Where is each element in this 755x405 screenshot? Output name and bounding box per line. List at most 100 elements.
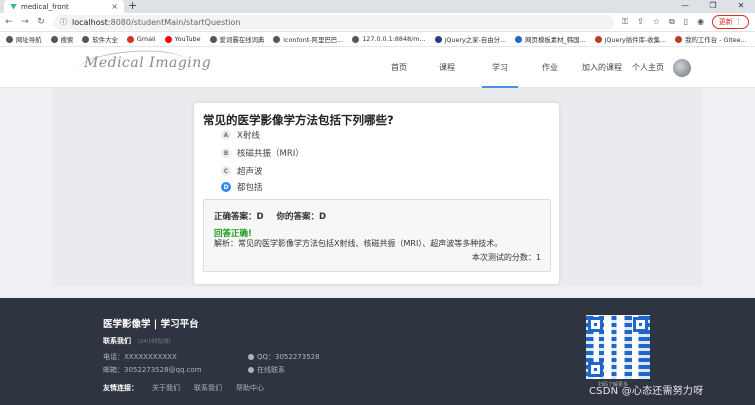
- csdn-watermark: CSDN @心态还需努力呀: [589, 386, 704, 397]
- main-nav: 首页 课程 学习 作业 加入的课程 个人主页: [380, 47, 668, 88]
- option-letter: A: [221, 130, 231, 140]
- close-window-button[interactable]: ✕: [727, 0, 755, 13]
- forward-icon[interactable]: →: [18, 17, 32, 27]
- key-icon[interactable]: ⚿: [622, 17, 628, 27]
- new-tab-button[interactable]: +: [128, 0, 137, 12]
- qr-code: [586, 315, 650, 379]
- share-icon[interactable]: ⇪: [637, 17, 644, 27]
- link-contact[interactable]: 联系我们: [194, 383, 222, 393]
- score-text: 本次测试的分数：1: [471, 253, 541, 262]
- reload-icon[interactable]: ↻: [34, 17, 48, 27]
- bookmark-item[interactable]: 软件大全: [82, 35, 118, 44]
- account-icon[interactable]: ◉: [697, 17, 704, 27]
- link-help[interactable]: 帮助中心: [236, 383, 264, 393]
- bookmark-item[interactable]: 网址导航: [6, 35, 42, 44]
- person-icon: [248, 367, 254, 373]
- bookmark-label: Gmail: [136, 35, 156, 43]
- bookmark-item[interactable]: jQuery之家-自由分...: [434, 35, 507, 44]
- explanation-text: 解析：常见的医学影像学方法包括X射线、核磁共振（MRI）、超声波等多种技术。: [214, 239, 503, 248]
- tab-close-icon[interactable]: ×: [111, 2, 118, 11]
- footer-title: 医学影像学 | 学习平台: [103, 319, 199, 330]
- option-d[interactable]: D 都包括: [221, 181, 263, 193]
- question-title: 常见的医学影像学方法包括下列哪些?: [203, 113, 394, 127]
- link-about[interactable]: 关于我们: [152, 383, 180, 393]
- tab-title: medical_front: [21, 2, 69, 11]
- bookmark-item[interactable]: jQuery插件库-收集...: [594, 35, 667, 44]
- nav-homework[interactable]: 作业: [524, 47, 576, 88]
- bookmark-item[interactable]: 127.0.0.1:8848/m...: [352, 35, 426, 43]
- sidebar-icon[interactable]: ▯: [684, 17, 688, 27]
- bookmark-item[interactable]: iconfont-阿里巴巴...: [273, 35, 343, 44]
- bookmark-item[interactable]: YouTube: [164, 35, 201, 43]
- question-card: 常见的医学影像学方法包括下列哪些? A X射线 B 核磁共振（MRI） C 超声…: [194, 103, 559, 284]
- option-text: 核磁共振（MRI）: [237, 149, 304, 159]
- bookmark-icon: [675, 35, 683, 43]
- address-toolbar: ← → ↻ ⓘ localhost:8080/studentMain/start…: [0, 13, 755, 32]
- bookmark-icon: [434, 35, 442, 43]
- browser-tab-bar: medical_front × + — ❐ ✕: [0, 0, 755, 13]
- bookmark-label: 爱词霸在线词典: [219, 35, 265, 44]
- bookmark-icon: [594, 35, 602, 43]
- footer-email: 邮箱：3052273528@qq.com: [103, 366, 202, 374]
- bookmark-item[interactable]: 我的工作台 - Gitee...: [675, 35, 747, 44]
- bookmark-item[interactable]: 搜索: [50, 35, 74, 44]
- maximize-button[interactable]: ❐: [699, 0, 727, 13]
- bookmark-item[interactable]: 网页模板素材_韩国...: [515, 35, 586, 44]
- bookmark-icon: [164, 35, 172, 43]
- browser-tab[interactable]: medical_front ×: [4, 0, 124, 13]
- friend-links-label: 友情连接：: [103, 384, 138, 392]
- url-text: localhost:8080/studentMain/startQuestion: [72, 17, 241, 27]
- bookmark-icon: [126, 35, 134, 43]
- extension-icon[interactable]: ⧉: [669, 17, 675, 27]
- option-letter: B: [221, 148, 231, 158]
- bookmark-label: jQuery插件库-收集...: [604, 35, 667, 44]
- star-icon[interactable]: ☆: [653, 17, 660, 27]
- option-letter-selected: D: [221, 182, 231, 192]
- minimize-button[interactable]: —: [671, 0, 699, 13]
- bookmark-icon: [6, 35, 13, 43]
- bookmark-icon: [352, 35, 360, 43]
- avatar[interactable]: [673, 59, 691, 77]
- footer-phone: 电话：XXXXXXXXXXX: [103, 353, 177, 361]
- footer-qq: QQ：3052273528: [248, 352, 320, 362]
- site-footer: 医学影像学 | 学习平台 联系我们 （24小时在线） 电话：XXXXXXXXXXX…: [0, 298, 755, 405]
- bookmark-label: 搜索: [60, 35, 74, 44]
- option-letter: C: [221, 166, 231, 176]
- option-b[interactable]: B 核磁共振（MRI）: [221, 147, 304, 159]
- bookmark-label: jQuery之家-自由分...: [444, 35, 507, 44]
- nav-home[interactable]: 首页: [380, 47, 418, 88]
- your-answer: 你的答案：D: [276, 212, 327, 222]
- option-text: 都包括: [237, 183, 263, 193]
- contact-heading: 联系我们 （24小时在线）: [103, 337, 174, 345]
- update-button[interactable]: 更新 ⋮: [711, 15, 749, 29]
- qq-icon: [248, 354, 254, 360]
- bookmark-label: iconfont-阿里巴巴...: [283, 35, 344, 44]
- bookmark-label: 我的工作台 - Gitee...: [685, 35, 747, 44]
- site-logo[interactable]: Medical Imaging: [84, 55, 211, 71]
- bookmark-label: 网页模板素材_韩国...: [525, 35, 586, 44]
- footer-online-contact[interactable]: 在线联系: [248, 365, 285, 375]
- option-text: X射线: [237, 131, 260, 141]
- answer-panel: 正确答案：D 你的答案：D 回答正确! 解析：常见的医学影像学方法包括X射线、核…: [203, 199, 551, 272]
- bookmark-label: 软件大全: [92, 35, 118, 44]
- url-bar[interactable]: ⓘ localhost:8080/studentMain/startQuesti…: [54, 14, 614, 30]
- bookmark-icon: [515, 35, 523, 43]
- bookmarks-bar: 网址导航 搜索 软件大全 Gmail YouTube 爱词霸在线词典 iconfont-阿里…: [0, 32, 755, 47]
- bookmark-label: 网址导航: [16, 35, 42, 44]
- vue-favicon-icon: [10, 3, 17, 10]
- friend-links: 友情连接： 关于我们 联系我们 帮助中心: [103, 383, 264, 393]
- nav-courses[interactable]: 课程: [418, 47, 476, 88]
- nav-profile[interactable]: 个人主页: [628, 47, 668, 88]
- correct-answer: 正确答案：D: [214, 212, 264, 222]
- nav-joined-courses[interactable]: 加入的课程: [576, 47, 628, 88]
- nav-study[interactable]: 学习: [476, 47, 524, 88]
- option-c[interactable]: C 超声波: [221, 165, 263, 177]
- bookmark-item[interactable]: Gmail: [126, 35, 156, 43]
- bookmark-label: YouTube: [174, 35, 201, 43]
- bookmark-icon: [273, 35, 281, 43]
- back-icon[interactable]: ←: [2, 17, 16, 27]
- bookmark-item[interactable]: 爱词霸在线词典: [209, 35, 265, 44]
- option-a[interactable]: A X射线: [221, 129, 260, 141]
- bookmark-icon: [209, 35, 217, 43]
- info-icon[interactable]: ⓘ: [60, 17, 67, 27]
